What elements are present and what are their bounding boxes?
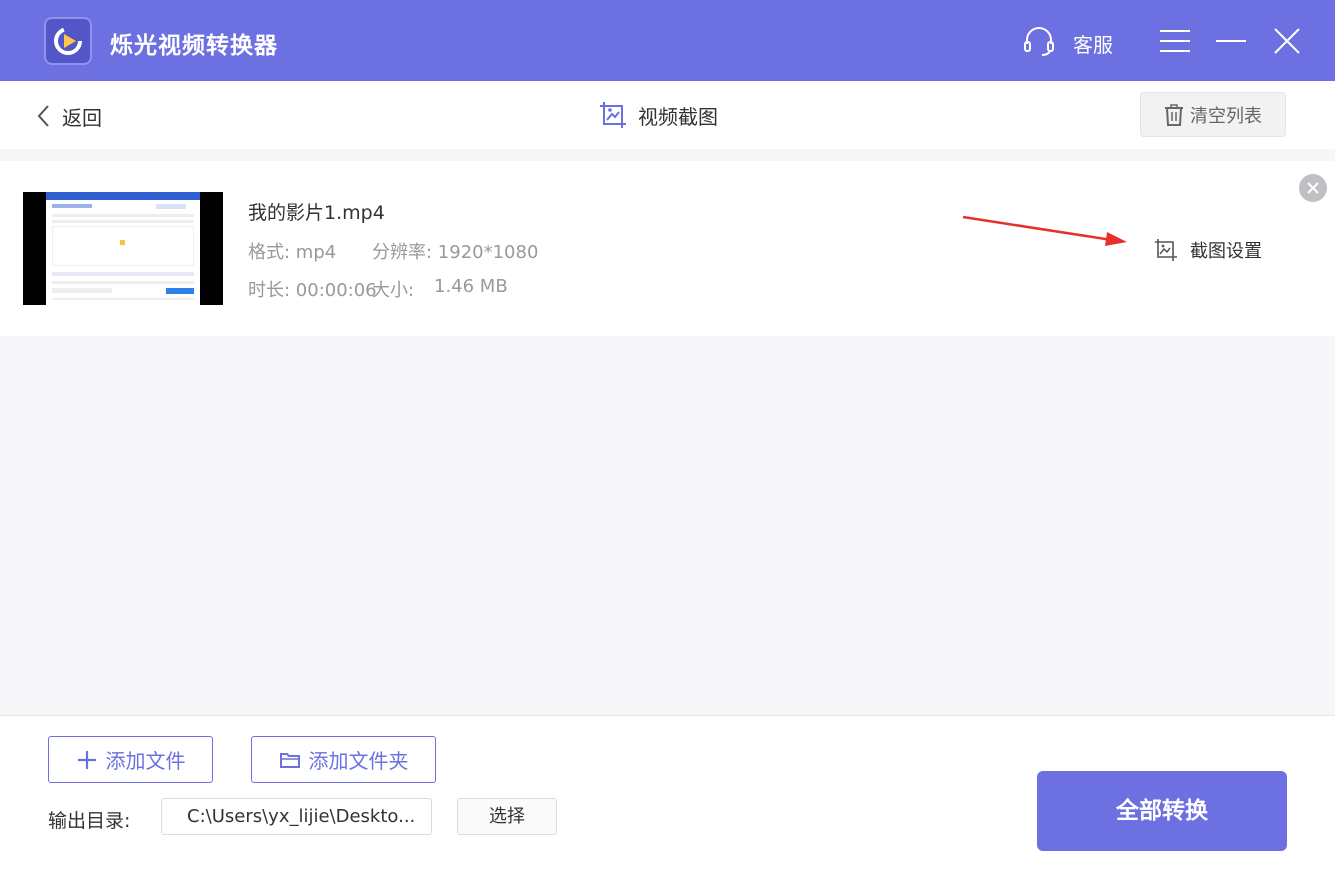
add-folder-label: 添加文件夹: [308, 749, 409, 773]
choose-dir-button[interactable]: 选择: [457, 798, 557, 835]
menu-icon[interactable]: [1156, 22, 1194, 60]
title-bar: 烁光视频转换器 客服: [0, 0, 1335, 81]
screenshot-icon: [1155, 239, 1177, 261]
output-dir-label: 输出目录:: [48, 810, 131, 832]
back-label: 返回: [62, 105, 102, 130]
plus-icon: [77, 750, 96, 769]
folder-icon: [279, 752, 300, 768]
file-list-item: 我的影片1.mp4 格式: mp4 分辨率: 1920*1080 时长: 00:…: [0, 161, 1335, 336]
file-name: 我的影片1.mp4: [248, 202, 385, 224]
clear-list-button[interactable]: 清空列表: [1140, 92, 1286, 137]
file-format: 格式: mp4: [248, 242, 337, 263]
bottom-panel: 添加文件 添加文件夹 输出目录: C:\Users\yx_lijie\Deskt…: [0, 715, 1335, 895]
video-thumbnail: [23, 192, 223, 305]
add-file-label: 添加文件: [105, 749, 186, 773]
page-header: 返回 视频截图 清空列表: [0, 81, 1335, 149]
customer-service-label[interactable]: 客服: [1073, 29, 1113, 58]
remove-circle-icon: [1307, 182, 1319, 194]
chevron-left-icon: [37, 105, 49, 127]
screenshot-settings-label: 截图设置: [1190, 241, 1262, 262]
minimize-icon[interactable]: [1212, 22, 1250, 60]
app-logo-icon: [44, 17, 92, 65]
screenshot-settings-button[interactable]: 截图设置: [1154, 235, 1262, 265]
image-crop-icon: [600, 102, 626, 128]
remove-file-button[interactable]: [1299, 174, 1327, 202]
annotation-arrow: [962, 215, 1127, 246]
add-folder-button[interactable]: 添加文件夹: [251, 736, 436, 783]
page-title-text: 视频截图: [638, 104, 718, 129]
page-title: 视频截图: [598, 99, 718, 131]
output-dir-path[interactable]: C:\Users\yx_lijie\Deskto...: [161, 798, 432, 835]
add-file-button[interactable]: 添加文件: [48, 736, 213, 783]
close-icon[interactable]: [1268, 22, 1306, 60]
clear-list-label: 清空列表: [1190, 105, 1262, 127]
file-size-label: 大小:: [372, 280, 415, 301]
file-size-value: 1.46 MB: [434, 276, 508, 297]
trash-icon: [1165, 103, 1183, 126]
convert-all-button[interactable]: 全部转换: [1037, 771, 1287, 851]
app-title: 烁光视频转换器: [110, 33, 278, 59]
file-duration: 时长: 00:00:06: [248, 280, 377, 301]
headset-icon[interactable]: [1020, 22, 1058, 60]
file-resolution: 分辨率: 1920*1080: [372, 242, 539, 263]
back-button[interactable]: 返回: [34, 101, 102, 131]
